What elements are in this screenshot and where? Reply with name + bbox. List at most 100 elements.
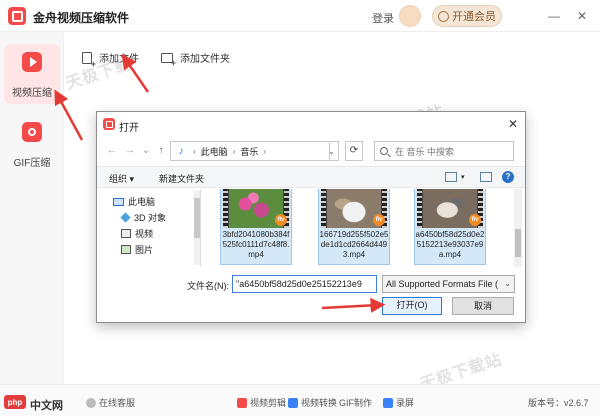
sidebar-item-label: 视频压缩 bbox=[12, 88, 52, 99]
close-button[interactable]: ✕ bbox=[574, 8, 590, 24]
preview-pane-icon[interactable] bbox=[480, 172, 492, 182]
online-support-label: 在线客服 bbox=[99, 398, 136, 408]
up-button[interactable]: ↑ bbox=[154, 144, 168, 158]
cube-icon bbox=[120, 212, 131, 223]
tool-label: 录屏 bbox=[396, 398, 415, 408]
view-options-icon[interactable] bbox=[445, 172, 457, 182]
chevron-right-icon: › bbox=[193, 146, 196, 156]
tool-screen-record[interactable]: 录屏 bbox=[383, 396, 414, 409]
open-button[interactable]: 打开(O) bbox=[382, 297, 442, 315]
app-title: 金舟视频压缩软件 bbox=[33, 11, 130, 25]
bottom-bar: 在线客服 视频剪辑 视频转换 GIF制作 录屏 版本号：v2.6.7 bbox=[0, 384, 600, 416]
avatar[interactable] bbox=[399, 5, 421, 27]
sidebar-item-gif-compress[interactable]: GIF压缩 bbox=[4, 114, 60, 174]
filetype-select[interactable]: All Supported Formats File ( ⌄ bbox=[382, 275, 515, 293]
film-strip-icon bbox=[417, 189, 422, 228]
search-input[interactable]: 在 音乐 中搜索 bbox=[374, 141, 514, 161]
chevron-down-icon: ⌄ bbox=[504, 279, 511, 288]
php-logo: php bbox=[4, 395, 26, 409]
file-thumbnail: flv bbox=[321, 189, 387, 228]
filename-input[interactable]: "a6450bf58d25d0e25152213e9 bbox=[232, 275, 377, 293]
open-file-dialog: 打开 ✕ ← → ⌄ ↑ ♪ › 此电脑 › 音乐 › ⌄ ⟳ 在 音乐 中搜索… bbox=[96, 111, 526, 323]
brand-text: 中文网 bbox=[30, 400, 63, 412]
breadcrumb-music[interactable]: 音乐 bbox=[240, 145, 258, 158]
tree-item-label: 3D 对象 bbox=[134, 213, 167, 223]
chevron-right-icon: › bbox=[263, 146, 267, 156]
file-thumbnail: flv bbox=[223, 189, 289, 228]
online-support-link[interactable]: 在线客服 bbox=[86, 396, 135, 409]
organize-menu[interactable]: 组织 ▾ bbox=[109, 172, 134, 185]
tree-item-videos[interactable]: 视频 bbox=[121, 227, 153, 240]
version-label: 版本号：v2.6.7 bbox=[528, 398, 589, 408]
search-icon bbox=[380, 147, 388, 155]
file-item[interactable]: flv 3bfd2041080b384f525fc0111d7c48f8.mp4 bbox=[220, 189, 292, 265]
app-logo-icon bbox=[103, 118, 115, 130]
view-dropdown-icon[interactable]: ▾ bbox=[461, 173, 465, 181]
flv-badge-icon: flv bbox=[469, 214, 481, 226]
computer-icon bbox=[113, 197, 124, 206]
dialog-command-bar: 组织 ▾ 新建文件夹 ▾ ? bbox=[97, 166, 525, 188]
dialog-titlebar: 打开 ✕ bbox=[97, 112, 525, 136]
vip-button[interactable]: 开通会员 bbox=[432, 5, 502, 27]
tree-item-3d-objects[interactable]: 3D 对象 bbox=[120, 211, 167, 224]
tree-item-label: 图片 bbox=[135, 245, 154, 255]
screen-record-icon bbox=[383, 397, 393, 408]
search-placeholder: 在 音乐 中搜索 bbox=[395, 146, 455, 157]
minimize-button[interactable]: — bbox=[546, 8, 562, 24]
video-folder-icon bbox=[121, 229, 131, 238]
dialog-close-button[interactable]: ✕ bbox=[505, 116, 521, 132]
vip-button-label: 开通会员 bbox=[452, 11, 496, 23]
tree-item-label: 视频 bbox=[135, 229, 154, 239]
app-logo-icon bbox=[8, 7, 26, 25]
crown-icon bbox=[438, 10, 449, 22]
sidebar-item-label: GIF压缩 bbox=[13, 158, 51, 169]
tool-gif-make[interactable]: GIF制作 bbox=[339, 396, 372, 409]
file-list: flv 3bfd2041080b384f525fc0111d7c48f8.mp4… bbox=[202, 189, 514, 267]
headset-icon bbox=[86, 397, 96, 408]
dialog-title: 打开 bbox=[119, 123, 139, 134]
film-strip-icon bbox=[321, 189, 326, 228]
chevron-right-icon: › bbox=[232, 146, 236, 156]
file-item-selected[interactable]: flv a6450bf58d25d0e25152213e93037e9a.mp4 bbox=[414, 189, 486, 265]
tool-video-edit[interactable]: 视频剪辑 bbox=[237, 396, 286, 409]
tool-label: 视频转换 bbox=[301, 398, 338, 408]
tree-scrollbar-thumb[interactable] bbox=[194, 198, 200, 238]
breadcrumb-this-pc[interactable]: 此电脑 bbox=[201, 145, 228, 158]
file-list-scrollbar-thumb[interactable] bbox=[515, 229, 521, 257]
film-strip-icon bbox=[223, 189, 228, 228]
flv-badge-icon: flv bbox=[275, 214, 287, 226]
address-bar[interactable]: ♪ › 此电脑 › 音乐 › bbox=[170, 141, 330, 161]
picture-folder-icon bbox=[121, 245, 131, 254]
music-folder-icon: ♪ bbox=[178, 145, 184, 157]
filename-label: 文件名(N): bbox=[187, 281, 229, 291]
tool-video-convert[interactable]: 视频转换 bbox=[288, 396, 337, 409]
login-link[interactable]: 登录 bbox=[372, 10, 394, 26]
forward-button[interactable]: → bbox=[123, 144, 137, 158]
flv-badge-icon: flv bbox=[373, 214, 385, 226]
tree-item-pictures[interactable]: 图片 bbox=[121, 243, 153, 256]
dialog-navbar: ← → ⌄ ↑ ♪ › 此电脑 › 音乐 › ⌄ ⟳ 在 音乐 中搜索 bbox=[97, 140, 525, 164]
refresh-button[interactable]: ⟳ bbox=[345, 141, 363, 161]
new-folder-button[interactable]: 新建文件夹 bbox=[159, 172, 204, 185]
cancel-button[interactable]: 取消 bbox=[452, 297, 514, 315]
tool-label: 视频剪辑 bbox=[250, 398, 287, 408]
filetype-value: All Supported Formats File ( bbox=[386, 279, 499, 289]
back-button[interactable]: ← bbox=[105, 144, 119, 158]
video-convert-icon bbox=[288, 397, 298, 408]
tree-item-this-pc[interactable]: 此电脑 bbox=[113, 195, 155, 208]
file-item[interactable]: flv 166719d255f502e5de1d1cd2664d4493.mp4 bbox=[318, 189, 390, 265]
tree-item-label: 此电脑 bbox=[128, 197, 156, 207]
file-thumbnail: flv bbox=[417, 189, 483, 228]
sidebar: 视频压缩 GIF压缩 bbox=[0, 32, 64, 384]
help-icon[interactable]: ? bbox=[502, 171, 514, 183]
navigation-tree: 此电脑 3D 对象 视频 图片 bbox=[97, 189, 201, 267]
file-name: a6450bf58d25d0e25152213e93037e9a.mp4 bbox=[415, 230, 485, 259]
sidebar-item-video-compress[interactable]: 视频压缩 bbox=[4, 44, 60, 104]
add-folder-button[interactable]: 添加文件夹 bbox=[161, 50, 230, 68]
file-name: 166719d255f502e5de1d1cd2664d4493.mp4 bbox=[319, 230, 389, 259]
history-dropdown-button[interactable]: ⌄ bbox=[139, 144, 153, 158]
add-folder-label: 添加文件夹 bbox=[180, 54, 230, 65]
address-dropdown-button[interactable]: ⌄ bbox=[325, 141, 339, 161]
tool-label: GIF制作 bbox=[339, 398, 372, 408]
file-name: 3bfd2041080b384f525fc0111d7c48f8.mp4 bbox=[222, 230, 290, 259]
